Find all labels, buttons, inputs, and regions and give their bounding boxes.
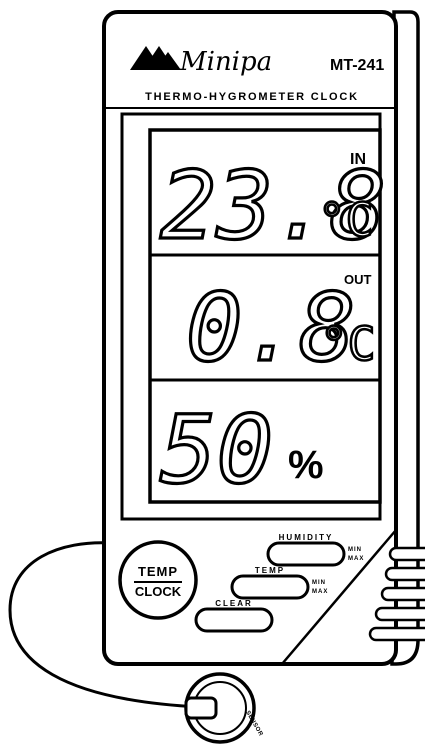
indoor-unit: °C [318,193,373,247]
humidity-value: 50 [160,396,273,505]
humidity-button-label: HUMIDITY [279,533,334,542]
sensor-probe: SENSOR [184,672,264,744]
humidity-button[interactable]: HUMIDITY [266,533,346,567]
clear-button-label: CLEAR [215,599,253,608]
temp-button-label: TEMP [255,566,285,575]
svg-text:MIN: MIN [312,580,326,586]
humidity-unit: % [288,443,324,487]
temp-clock-line1: TEMP [138,564,178,579]
model-number: MT-241 [330,57,384,74]
indoor-label: IN [350,151,366,168]
brand-name: Minipa [179,47,272,77]
temp-clock-line2: CLOCK [135,584,182,599]
outdoor-label: OUT [344,272,372,287]
outdoor-unit: °C [320,317,375,371]
svg-text:MIN: MIN [348,547,362,553]
outdoor-temperature: 0.8 OUT °C [184,272,376,385]
product-subtitle: THERMO-HYGROMETER CLOCK [145,91,359,103]
indoor-temperature: 23.8 IN °C [158,150,388,262]
thermo-hygrometer-device: Minipa MT-241 THERMO-HYGROMETER CLOCK 23… [8,10,425,744]
svg-text:MAX: MAX [312,589,328,595]
svg-text:MAX: MAX [348,556,364,562]
temp-clock-button[interactable]: TEMP CLOCK [118,540,198,620]
